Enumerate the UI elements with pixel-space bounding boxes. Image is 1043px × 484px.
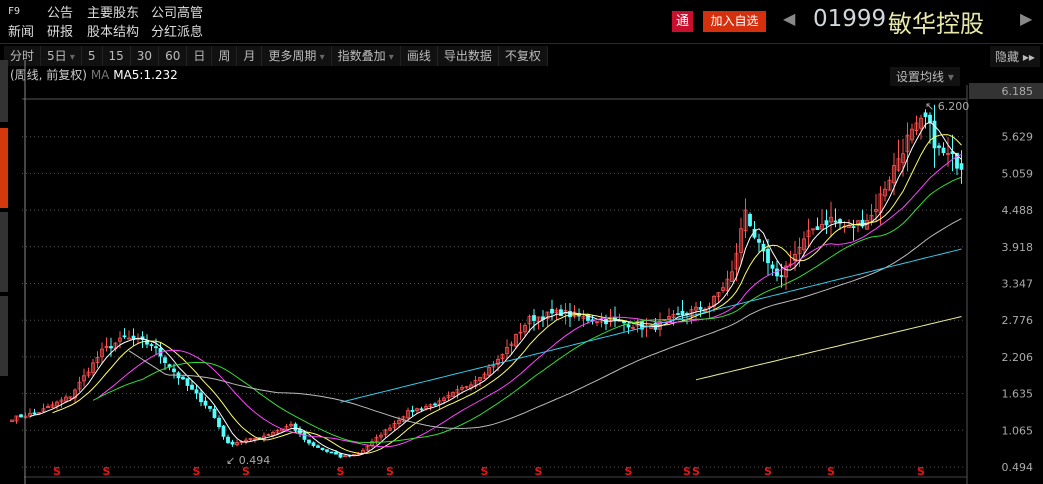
candle-down — [815, 226, 820, 231]
candle-down — [221, 425, 226, 437]
signal-marker-icon: S — [386, 465, 394, 478]
candle-down — [122, 335, 127, 338]
candle-down — [181, 376, 185, 380]
signal-marker-icon: S — [692, 465, 700, 478]
candle-down — [172, 368, 176, 373]
ma-line-ma250 — [695, 316, 962, 381]
candle-down — [766, 248, 770, 264]
candle-down — [748, 213, 752, 227]
candle-down — [163, 357, 167, 364]
signal-marker-icon: S — [917, 465, 925, 478]
candle-down — [824, 220, 829, 226]
candle-down — [941, 147, 946, 154]
signal-marker-icon: S — [242, 465, 250, 478]
candle-down — [212, 408, 217, 418]
candle-down — [194, 389, 199, 394]
max-price-label: ↖ 6.200 — [925, 100, 969, 113]
candle-down — [302, 432, 307, 440]
candle-down — [532, 315, 536, 321]
candle-down — [959, 163, 964, 170]
y-tick-label: 1.065 — [1002, 424, 1034, 437]
y-tick-label: 4.488 — [1002, 204, 1034, 217]
y-tick-label: 6.185 — [1002, 85, 1034, 98]
signal-marker-icon: S — [481, 465, 489, 478]
candle-down — [325, 449, 329, 452]
candle-down — [937, 145, 941, 148]
candle-down — [770, 264, 775, 269]
candle-down — [698, 307, 703, 310]
y-tick-label: 5.059 — [1002, 167, 1034, 180]
candle-down — [851, 226, 856, 229]
candle-down — [410, 409, 415, 412]
candle-down — [779, 275, 784, 277]
candle-down — [32, 412, 37, 415]
signal-marker-icon: S — [535, 465, 543, 478]
candle-down — [230, 441, 235, 445]
y-tick-label: 1.635 — [1002, 388, 1034, 401]
candle-down — [190, 384, 194, 390]
signal-marker-icon: S — [625, 465, 633, 478]
signal-marker-icon: S — [683, 465, 691, 478]
candle-down — [217, 417, 221, 428]
signal-marker-icon: S — [764, 465, 772, 478]
kline-chart[interactable]: 6.185 5.629 5.059 4.488 3.918 3.347 2.776 2.206… — [0, 0, 1043, 484]
candle-down — [833, 220, 838, 223]
candle-down — [626, 324, 631, 328]
signal-marker-icon: S — [103, 465, 111, 478]
y-tick-label: 2.776 — [1002, 314, 1034, 327]
y-tick-label: 3.918 — [1002, 241, 1034, 254]
y-tick-label: 2.206 — [1002, 351, 1034, 364]
candle-down — [154, 346, 158, 349]
candle-down — [19, 414, 23, 418]
candle-down — [334, 452, 338, 455]
candle-down — [316, 445, 320, 448]
ma-line-ma120 — [340, 248, 962, 403]
candle-down — [757, 239, 761, 243]
signal-marker-icon: S — [53, 465, 61, 478]
signal-marker-icon: S — [193, 465, 201, 478]
signal-marker-icon: S — [827, 465, 835, 478]
ma-line-ma10 — [52, 134, 962, 455]
candle-down — [293, 423, 298, 431]
ma-line-ma5 — [29, 121, 962, 457]
signal-marker-icon: S — [337, 465, 345, 478]
candle-down — [433, 403, 437, 406]
ma-line-ma60 — [128, 218, 962, 429]
candle-down — [568, 311, 572, 318]
candle-down — [311, 442, 316, 447]
y-tick-label: 3.347 — [1002, 278, 1034, 291]
candle-down — [199, 392, 203, 403]
candle-down — [307, 439, 311, 444]
candle-down — [923, 112, 928, 118]
candle-down — [185, 378, 190, 386]
candle-down — [559, 309, 563, 317]
candle-down — [208, 405, 212, 409]
y-tick-label: 0.494 — [1002, 461, 1034, 474]
candle-down — [226, 436, 230, 444]
candle-down — [419, 408, 424, 411]
candle-down — [149, 344, 154, 347]
ma-line-ma20 — [97, 153, 962, 448]
candle-down — [203, 400, 208, 406]
candle-down — [329, 451, 334, 454]
candle-down — [550, 308, 554, 314]
candle-down — [676, 313, 680, 315]
y-tick-label: 5.629 — [1002, 131, 1034, 144]
candle-down — [338, 453, 343, 458]
candle-down — [775, 268, 779, 277]
candle-down — [320, 447, 325, 450]
candle-down — [680, 310, 685, 316]
candle-down — [109, 346, 113, 349]
